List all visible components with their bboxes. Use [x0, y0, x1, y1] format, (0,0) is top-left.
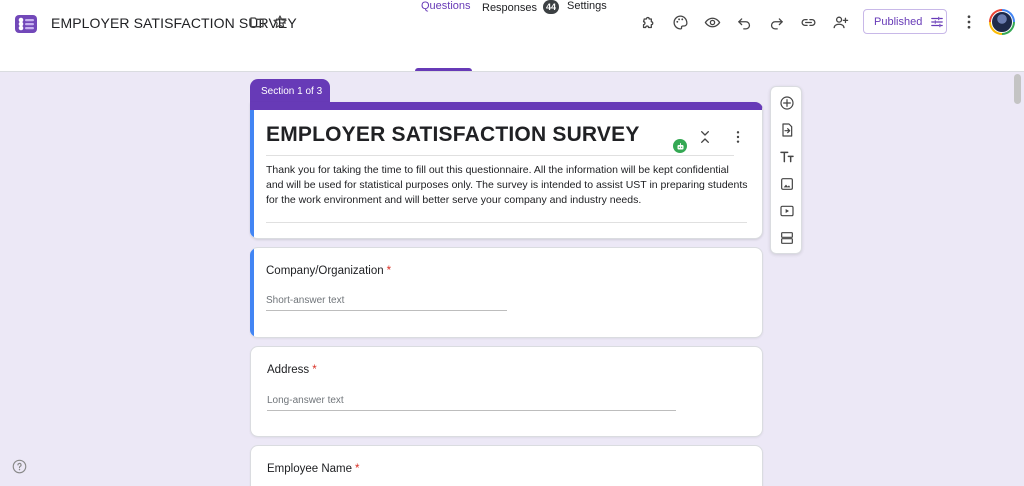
- tab-responses[interactable]: Responses 44: [482, 0, 560, 22]
- palette-icon[interactable]: [668, 10, 692, 34]
- add-video-icon[interactable]: [777, 201, 797, 221]
- question-label: Company/Organization: [266, 265, 384, 277]
- question-label: Employee Name: [267, 463, 353, 475]
- more-vert-icon[interactable]: [729, 128, 747, 146]
- redo-icon[interactable]: [764, 10, 788, 34]
- question-title: Company/Organization *: [266, 265, 391, 277]
- tune-icon: [931, 16, 944, 27]
- scrollbar-thumb[interactable]: [1014, 74, 1021, 104]
- undo-icon[interactable]: [732, 10, 756, 34]
- responses-count-badge: 44: [543, 0, 560, 14]
- add-collaborator-icon[interactable]: [828, 10, 852, 34]
- floating-toolbar: [770, 86, 802, 254]
- addons-puzzle-icon[interactable]: [636, 10, 660, 34]
- active-tab-indicator: [415, 68, 472, 71]
- question-title: Employee Name *: [267, 463, 360, 475]
- description-underline: [266, 222, 747, 223]
- answer-underline: [267, 410, 676, 411]
- answer-underline: [266, 310, 507, 311]
- more-vert-icon[interactable]: [960, 12, 978, 32]
- long-answer-placeholder: Long-answer text: [267, 395, 344, 406]
- addon-status-icon[interactable]: [673, 139, 687, 153]
- short-answer-placeholder: Short-answer text: [266, 295, 345, 306]
- question-title: Address *: [267, 364, 317, 376]
- required-asterisk: *: [355, 463, 360, 475]
- title-underline: [266, 155, 734, 156]
- import-questions-icon[interactable]: [777, 120, 797, 140]
- preview-eye-icon[interactable]: [700, 10, 724, 34]
- question-card-employee-name[interactable]: Employee Name *: [250, 445, 763, 486]
- required-asterisk: *: [386, 265, 392, 277]
- add-section-icon[interactable]: [777, 228, 797, 248]
- folder-icon[interactable]: [248, 13, 266, 31]
- top-bar: EMPLOYER SATISFACTION SURVEY Published Q…: [0, 0, 1024, 72]
- form-title[interactable]: EMPLOYER SATISFACTION SURVEY: [266, 123, 640, 147]
- focus-bar: [250, 248, 254, 337]
- focus-bar: [250, 110, 254, 238]
- tab-responses-label: Responses: [482, 2, 538, 14]
- tab-settings[interactable]: Settings: [567, 0, 607, 22]
- question-card-address[interactable]: Address * Long-answer text: [250, 346, 763, 437]
- form-header-card[interactable]: EMPLOYER SATISFACTION SURVEY Thank you f…: [250, 102, 763, 239]
- link-icon[interactable]: [796, 10, 820, 34]
- question-card-company[interactable]: Company/Organization * Short-answer text: [250, 247, 763, 338]
- help-icon[interactable]: [12, 459, 27, 474]
- star-icon[interactable]: [271, 13, 289, 31]
- add-image-icon[interactable]: [777, 174, 797, 194]
- required-asterisk: *: [312, 364, 317, 376]
- account-avatar[interactable]: [989, 9, 1015, 35]
- add-question-icon[interactable]: [777, 93, 797, 113]
- add-title-icon[interactable]: [777, 147, 797, 167]
- tab-questions[interactable]: Questions: [421, 0, 471, 22]
- forms-logo-icon[interactable]: [14, 12, 38, 36]
- question-label: Address: [267, 364, 310, 376]
- form-description[interactable]: Thank you for taking the time to fill ou…: [266, 163, 748, 208]
- published-label: Published: [874, 15, 923, 28]
- published-button[interactable]: Published: [863, 9, 947, 34]
- collapse-section-icon[interactable]: [696, 128, 714, 146]
